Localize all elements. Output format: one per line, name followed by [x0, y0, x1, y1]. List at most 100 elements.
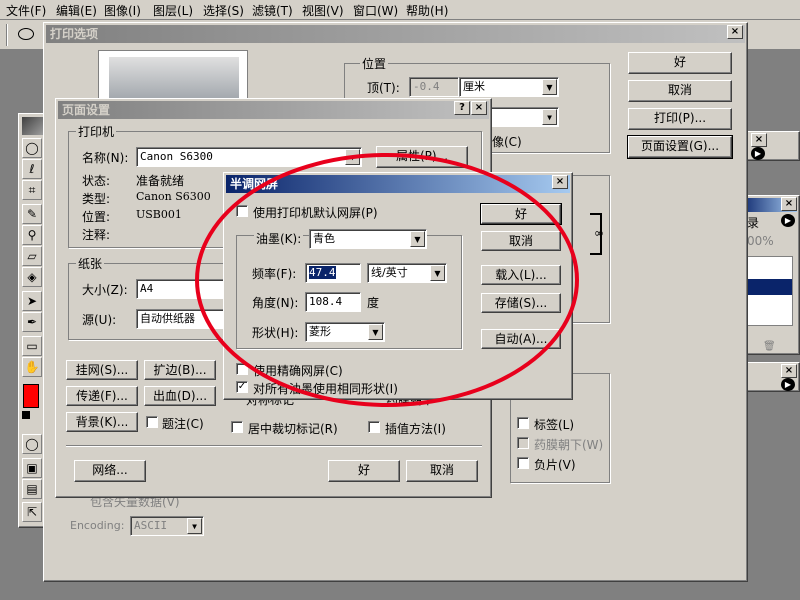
cancel-button[interactable]: 取消	[481, 231, 561, 251]
pen-tool-icon[interactable]: ✒	[22, 312, 42, 332]
crop-marks-label: 居中裁切标记(R)	[248, 422, 338, 436]
type-label: 类型:	[82, 192, 111, 206]
shape-value: 菱形	[309, 325, 331, 338]
negative-checkbox[interactable]	[517, 457, 529, 469]
unit-value: 厘米	[463, 80, 485, 93]
palette-menu-icon[interactable]: ▶	[781, 378, 795, 391]
jump-to-icon[interactable]: ⇱	[22, 502, 42, 522]
unit-select[interactable]: 厘米 ▼	[459, 77, 559, 97]
save-button[interactable]: 存储(S)...	[481, 293, 561, 313]
zoom-readout: 00%	[747, 234, 774, 248]
stamp-tool-icon[interactable]: ⚲	[22, 225, 42, 245]
transfer-button[interactable]: 传递(F)...	[66, 386, 138, 406]
history-tab[interactable]: 录	[747, 214, 759, 231]
network-button[interactable]: 网络...	[74, 460, 146, 482]
menu-filter[interactable]: 滤镜(T)	[252, 2, 293, 19]
paper-size-value: A4	[140, 282, 154, 295]
brush-tool-icon[interactable]: ✎	[22, 204, 42, 224]
page-setup-button[interactable]: 页面设置(G)...	[627, 135, 733, 159]
menu-image[interactable]: 图像(I)	[104, 2, 141, 19]
close-icon[interactable]: ×	[781, 364, 797, 378]
chevron-down-icon[interactable]: ▼	[430, 265, 445, 281]
ok-button[interactable]: 好	[328, 460, 400, 482]
eraser-tool-icon[interactable]: ▱	[22, 246, 42, 266]
cancel-button[interactable]: 取消	[406, 460, 478, 482]
menu-window[interactable]: 窗口(W)	[353, 2, 398, 19]
link-icon[interactable]: ∞	[594, 226, 604, 240]
blur-tool-icon[interactable]: ◈	[22, 267, 42, 287]
chevron-down-icon[interactable]: ▼	[187, 518, 202, 534]
interpolation-label: 插值方法(I)	[385, 422, 446, 436]
properties-button[interactable]: 属性(P)...	[376, 146, 468, 168]
default-colors-icon[interactable]	[22, 411, 30, 419]
bleed-button[interactable]: 出血(D)...	[144, 386, 216, 406]
frequency-unit-select[interactable]: 线/英寸 ▼	[367, 263, 447, 283]
cancel-button[interactable]: 取消	[628, 80, 732, 102]
palette-menu-icon[interactable]: ▶	[751, 147, 765, 160]
use-default-checkbox[interactable]	[236, 205, 248, 217]
close-icon[interactable]: ×	[471, 101, 487, 115]
chevron-down-icon[interactable]: ▼	[368, 324, 383, 340]
caption-checkbox[interactable]	[146, 416, 158, 428]
caption-label: 题注(C)	[162, 417, 204, 431]
same-shape-checkbox[interactable]: ✓	[236, 381, 248, 393]
notes-tool-icon[interactable]: ▭	[22, 336, 42, 356]
border-button[interactable]: 扩边(B)...	[144, 360, 216, 380]
auto-button[interactable]: 自动(A)...	[481, 329, 561, 349]
chevron-down-icon[interactable]: ▼	[542, 79, 557, 95]
history-selected-row[interactable]	[744, 279, 792, 295]
help-icon[interactable]: ?	[454, 101, 470, 115]
foreground-color-swatch[interactable]	[23, 384, 39, 408]
shape-label: 形状(H):	[252, 326, 299, 340]
menubar: 文件(F) 编辑(E) 图像(I) 图层(L) 选择(S) 滤镜(T) 视图(V…	[0, 0, 800, 20]
quickmask-icon[interactable]: ◯	[22, 434, 42, 454]
emulsion-label: 药膜朝下(W)	[534, 438, 604, 452]
palette-menu-icon[interactable]: ▶	[781, 214, 795, 227]
print-button[interactable]: 打印(P)...	[628, 108, 732, 130]
emulsion-checkbox[interactable]	[517, 437, 529, 449]
close-icon[interactable]: ×	[751, 133, 767, 147]
screen-button[interactable]: 挂网(S)...	[66, 360, 138, 380]
menu-file[interactable]: 文件(F)	[6, 2, 46, 19]
elliptical-marquee-icon[interactable]	[18, 28, 34, 40]
angle-unit: 度	[367, 296, 380, 310]
lasso-tool-icon[interactable]: ℓ	[22, 159, 42, 179]
menu-view[interactable]: 视图(V)	[302, 2, 344, 19]
menu-help[interactable]: 帮助(H)	[406, 2, 448, 19]
ok-button[interactable]: 好	[480, 203, 562, 225]
path-select-icon[interactable]: ➤	[22, 291, 42, 311]
accurate-screens-checkbox[interactable]	[236, 363, 248, 375]
encoding-select[interactable]: ASCII ▼	[130, 516, 204, 536]
ellipse-tool-icon[interactable]: ◯	[22, 138, 42, 158]
chevron-down-icon[interactable]: ▼	[345, 149, 360, 165]
menu-select[interactable]: 选择(S)	[203, 2, 244, 19]
shape-select[interactable]: 菱形 ▼	[305, 322, 385, 342]
chevron-down-icon[interactable]: ▼	[410, 231, 425, 247]
close-icon[interactable]: ×	[552, 175, 568, 189]
status-value: 准备就绪	[136, 174, 185, 188]
menu-edit[interactable]: 编辑(E)	[56, 2, 97, 19]
screen-mode-icon[interactable]: ▣	[22, 458, 42, 478]
crop-marks-checkbox[interactable]	[231, 421, 243, 433]
crop-tool-icon[interactable]: ⌗	[22, 180, 42, 200]
hand-tool-icon[interactable]: ✋	[22, 357, 42, 377]
close-icon[interactable]: ×	[781, 197, 797, 211]
close-icon[interactable]: ×	[727, 25, 743, 39]
chevron-down-icon[interactable]: ▼	[542, 109, 557, 125]
trash-icon[interactable]: 🗑	[763, 341, 776, 352]
menu-layer[interactable]: 图层(L)	[153, 2, 193, 19]
dialog-title: 页面设置	[62, 103, 111, 117]
ink-select[interactable]: 青色 ▼	[309, 229, 427, 249]
angle-input[interactable]: 108.4	[305, 292, 361, 312]
screen-mode-full-icon[interactable]: ▤	[22, 479, 42, 499]
frequency-input[interactable]: 47.4	[305, 263, 361, 283]
encoding-label: Encoding:	[70, 519, 125, 532]
labels-checkbox[interactable]	[517, 417, 529, 429]
ok-button[interactable]: 好	[628, 52, 732, 74]
load-button[interactable]: 载入(L)...	[481, 265, 561, 285]
background-button[interactable]: 背景(K)...	[66, 412, 138, 432]
name-label: 名称(N):	[82, 151, 129, 165]
printer-name-select[interactable]: Canon S6300 ▼	[136, 147, 362, 167]
top-input[interactable]: -0.4	[409, 77, 459, 97]
interpolation-checkbox[interactable]	[368, 421, 380, 433]
